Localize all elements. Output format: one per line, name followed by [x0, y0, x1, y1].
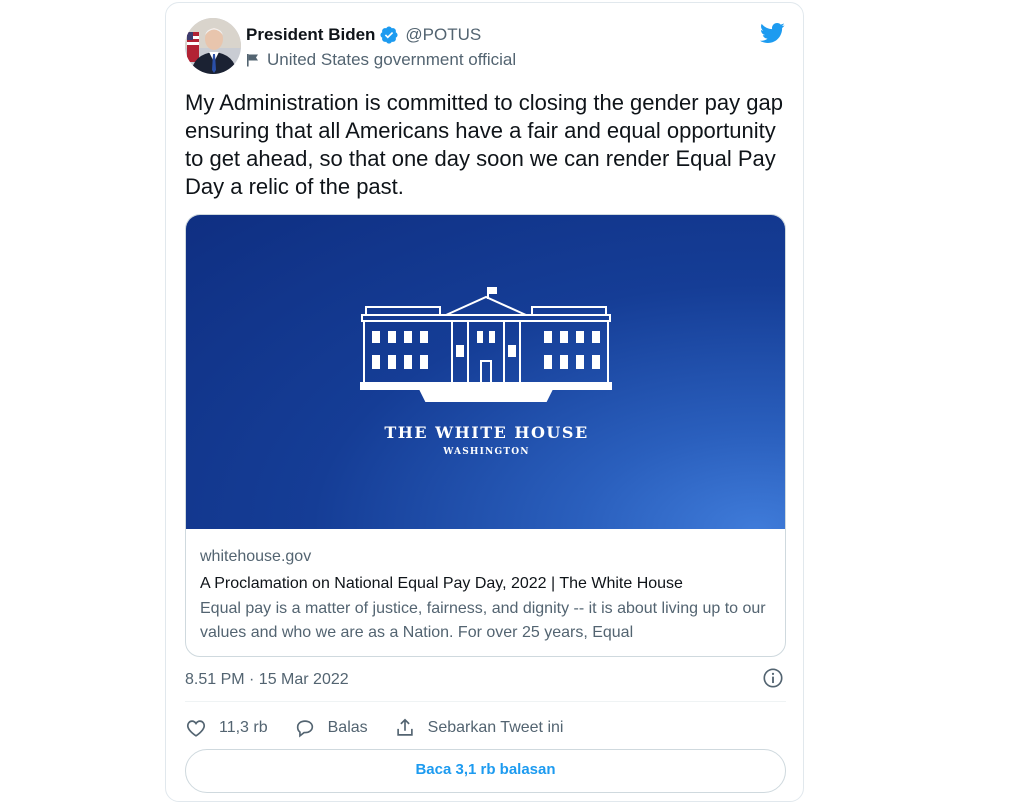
tweet-timestamp[interactable]: 8.51 PM · 15 Mar 2022 [185, 669, 349, 691]
heart-icon [186, 720, 206, 737]
tweet-text: My Administration is committed to closin… [185, 90, 783, 199]
link-title: A Proclamation on National Equal Pay Day… [200, 575, 683, 592]
government-label-text: United States government official [267, 50, 517, 69]
divider [185, 701, 786, 702]
share-label: Sebarkan Tweet ini [427, 719, 564, 736]
author-handle[interactable]: @POTUS [405, 25, 481, 45]
share-icon [396, 718, 413, 736]
author-name-row[interactable]: President Biden @POTUS [246, 23, 481, 47]
link-domain: whitehouse.gov [200, 548, 312, 565]
info-icon[interactable] [762, 667, 784, 689]
link-preview-image[interactable]: THE WHITE HOUSE WASHINGTON [186, 215, 785, 529]
twitter-bird-icon[interactable] [758, 20, 786, 46]
share-button[interactable]: Sebarkan Tweet ini [394, 717, 564, 739]
white-house-title: THE WHITE HOUSE [384, 423, 589, 442]
tweet-actions: 11,3 rb Balas Sebarkan Tweet ini [185, 715, 589, 741]
reply-bubble-icon [296, 720, 313, 738]
link-description: Equal pay is a matter of justice, fairne… [200, 600, 766, 641]
verified-badge-icon [380, 26, 398, 44]
author-display-name[interactable]: President Biden [246, 25, 375, 45]
government-label: United States government official [246, 49, 516, 71]
reply-label: Balas [327, 719, 368, 736]
tweet-card: President Biden @POTUS United States gov… [165, 2, 804, 802]
white-house-emblem-icon [360, 287, 612, 402]
white-house-subtitle: WASHINGTON [443, 447, 530, 457]
reply-button[interactable]: Balas [294, 717, 368, 739]
like-count: 11,3 rb [219, 719, 268, 736]
link-preview-card[interactable]: THE WHITE HOUSE WASHINGTON whitehouse.go… [185, 214, 786, 657]
like-button[interactable]: 11,3 rb [185, 717, 268, 739]
flag-icon [247, 54, 258, 67]
avatar-image [185, 18, 241, 74]
avatar[interactable] [185, 18, 241, 74]
read-replies-button[interactable]: Baca 3,1 rb balasan [185, 749, 786, 793]
link-preview-meta[interactable]: whitehouse.gov A Proclamation on Nationa… [200, 545, 780, 645]
